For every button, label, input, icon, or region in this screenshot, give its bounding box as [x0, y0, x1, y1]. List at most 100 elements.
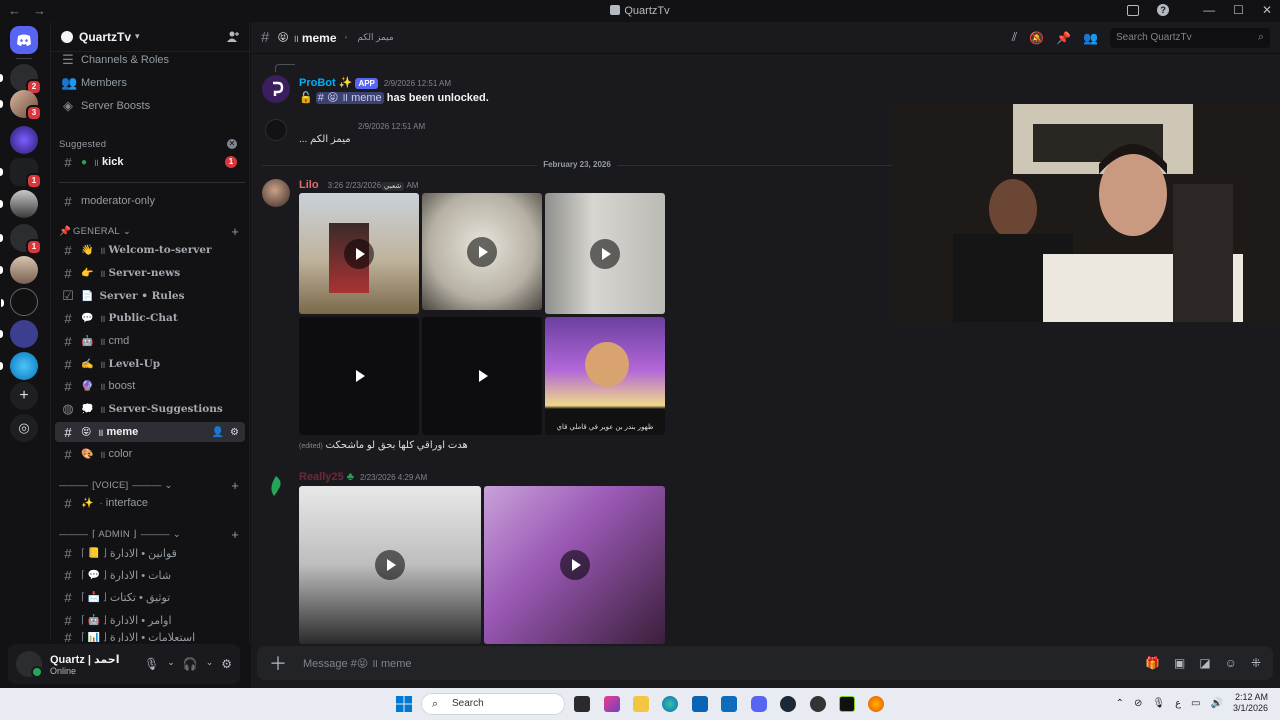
server-boosts-link[interactable]: ◈ Server Boosts: [55, 96, 245, 116]
windows-start-icon[interactable]: [396, 696, 412, 712]
message-composer[interactable]: ＋ Message #😝 ॥ meme 🎁 ▣ ◪ ☺ ⁜: [257, 646, 1273, 680]
media-video[interactable]: [422, 317, 542, 435]
firefox-icon[interactable]: [868, 696, 884, 712]
direct-messages-button[interactable]: [10, 26, 38, 54]
members-link[interactable]: 👥 Members: [55, 73, 245, 93]
chevron-down-icon[interactable]: ⌄: [167, 657, 175, 671]
play-icon[interactable]: [375, 550, 405, 580]
chevron-down-icon[interactable]: ⌄: [206, 657, 214, 671]
play-icon[interactable]: [467, 361, 497, 391]
add-member-icon[interactable]: 👤: [212, 427, 224, 438]
media-image[interactable]: ظهور بندر بن عوير في قاملي قاي: [545, 317, 665, 435]
help-icon[interactable]: ?: [1157, 4, 1170, 16]
category-general[interactable]: 📌 GENERAL ⌄ +: [59, 223, 245, 239]
close-button[interactable]: ✕: [1262, 3, 1272, 17]
channel-public-chat[interactable]: # 💬 ॥ Public-Chat: [55, 308, 245, 328]
nvidia-icon[interactable]: [839, 696, 855, 712]
threads-icon[interactable]: ⫽: [1012, 30, 1017, 45]
channel-color[interactable]: # 🎨 ॥ color: [55, 444, 245, 464]
emoji-picker-icon[interactable]: ☺: [1225, 656, 1237, 670]
channel-admin-commands[interactable]: # ⌈ 🤖 ⌋ اوامر • الادارة: [55, 610, 245, 630]
media-video[interactable]: [299, 317, 419, 435]
channel-welcome[interactable]: # 👋 ॥ Welcom-to-server: [55, 240, 245, 260]
server-icon-10[interactable]: [0, 352, 38, 380]
file-explorer-icon[interactable]: [633, 696, 649, 712]
channel-admin-chat[interactable]: # ⌈ 💬 ⌋ شات • الادارة: [55, 565, 245, 585]
avatar[interactable]: [265, 119, 287, 141]
media-video[interactable]: [299, 486, 481, 644]
settings-gear-icon[interactable]: ⚙: [230, 427, 239, 438]
channel-admin-rules[interactable]: # ⌈ 📒 ⌋ قوانين • الادارة: [55, 543, 245, 563]
channel-kick[interactable]: # ● ॥ kick 1: [55, 152, 245, 172]
server-icon-6[interactable]: 1: [0, 224, 42, 255]
channel-cmd[interactable]: # 🤖 ॥ cmd: [55, 331, 245, 351]
inbox-icon[interactable]: [1127, 4, 1140, 16]
gift-icon[interactable]: 🎁: [1145, 656, 1160, 670]
obs-icon[interactable]: [810, 696, 826, 712]
channel-level-up[interactable]: # ✍️ ॥ Level-Up: [55, 354, 245, 374]
play-icon[interactable]: [559, 550, 590, 580]
server-icon-7[interactable]: [0, 256, 38, 284]
create-channel-icon[interactable]: +: [231, 224, 239, 239]
play-icon[interactable]: [590, 238, 620, 269]
media-video[interactable]: [545, 193, 665, 314]
server-icon-9[interactable]: [0, 320, 38, 348]
copilot-icon[interactable]: [604, 696, 620, 712]
headphones-icon[interactable]: 🎧: [183, 657, 198, 671]
channel-mention[interactable]: # 😝 ॥ meme: [315, 92, 384, 104]
chevron-up-icon[interactable]: ⌃: [1116, 698, 1124, 709]
invite-people-icon[interactable]: [227, 31, 239, 42]
discover-icon[interactable]: ◎: [10, 414, 38, 442]
server-icon-1[interactable]: 2: [0, 64, 42, 95]
user-settings-icon[interactable]: ⚙: [221, 657, 232, 671]
store-icon[interactable]: [692, 696, 708, 712]
avatar[interactable]: [262, 472, 290, 500]
notifications-muted-icon[interactable]: 🔕: [1029, 31, 1044, 45]
language-icon[interactable]: ع: [1175, 698, 1181, 709]
message-author[interactable]: ProBot ✨ APP 2/9/2026 12:51 AM: [299, 76, 451, 89]
sticker-icon[interactable]: ◪: [1199, 656, 1210, 670]
add-server-icon[interactable]: +: [10, 382, 38, 410]
channel-server-rules[interactable]: ☑ 📄 Server • Rules: [55, 286, 245, 306]
channel-server-suggestions[interactable]: ◍ 💭 ॥ Server-Suggestions: [55, 399, 245, 419]
media-video[interactable]: [484, 486, 665, 644]
channel-server-news[interactable]: # 👉 ॥ Server-news: [55, 263, 245, 283]
channel-admin-queries[interactable]: # ⌈ 📊 ⌋ استعلامات • الادارة: [55, 632, 245, 642]
server-header[interactable]: QuartzTv ▾: [51, 22, 249, 52]
message-author[interactable]: Really25 ♣ 2/23/2026 4:29 AM: [299, 471, 427, 483]
server-icon-quartztv[interactable]: 1: [0, 158, 42, 189]
discord-taskbar-icon[interactable]: [751, 696, 767, 712]
display-icon[interactable]: ▭: [1191, 698, 1200, 709]
message-input[interactable]: Message #😝 ॥ meme: [303, 656, 412, 671]
maximize-button[interactable]: ☐: [1233, 3, 1244, 17]
server-icon-3[interactable]: [10, 126, 38, 154]
category-voice[interactable]: ——— [VOICE] ——— ⌄ +: [59, 477, 245, 493]
minimize-button[interactable]: —: [1203, 3, 1215, 17]
play-icon[interactable]: [344, 238, 374, 269]
message-author[interactable]: Lilo شعبي2/23/2026 3:26 AM: [299, 179, 418, 191]
channel-interface[interactable]: # ✨ · interface: [55, 493, 245, 513]
play-icon[interactable]: [344, 361, 374, 391]
create-voice-icon[interactable]: +: [231, 478, 239, 493]
apps-icon[interactable]: ⁜: [1251, 656, 1261, 670]
gif-icon[interactable]: ▣: [1174, 656, 1185, 670]
member-list-icon[interactable]: 👥: [1083, 31, 1098, 45]
avatar[interactable]: [262, 179, 290, 207]
task-view-icon[interactable]: [574, 696, 590, 712]
search-input[interactable]: Search QuartzTv ⌕: [1110, 27, 1270, 48]
outlook-icon[interactable]: [721, 696, 737, 712]
network-icon[interactable]: ⊘: [1134, 698, 1142, 709]
server-icon-8[interactable]: [1, 288, 38, 316]
category-admin[interactable]: ——— ⌈ ADMIN ⌋ ——— ⌄ +: [59, 526, 245, 542]
clock[interactable]: 2:12 AM 3/1/2026: [1233, 692, 1268, 714]
media-video[interactable]: [299, 193, 419, 314]
play-icon[interactable]: [467, 236, 497, 267]
channel-admin-tickets[interactable]: # ⌈ 📩 ⌋ توثيق • تكتات: [55, 587, 245, 607]
steam-icon[interactable]: [780, 696, 796, 712]
media-video[interactable]: [422, 193, 542, 310]
channel-boost[interactable]: # 🔮 ॥ boost: [55, 376, 245, 396]
channel-meme[interactable]: # 😝 ॥ meme 👤 ⚙: [55, 422, 245, 442]
dismiss-icon[interactable]: ✕: [227, 139, 237, 149]
microphone-icon[interactable]: 🎙: [144, 657, 159, 671]
server-icon-5[interactable]: [0, 190, 38, 218]
